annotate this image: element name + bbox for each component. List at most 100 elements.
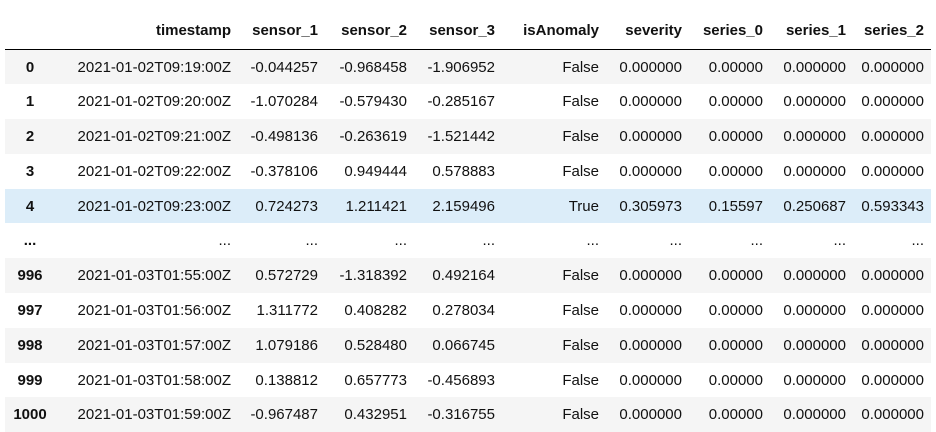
table-cell: False [562,127,599,145]
table-header: timestamp sensor_1 sensor_2 sensor_3 isA… [5,13,931,50]
table-cell: ... [669,232,682,250]
column-header-severity: severity [606,13,689,50]
table-cell: 2021-01-02T09:23:00Z [77,197,231,215]
table-cell: 2021-01-03T01:59:00Z [77,406,231,424]
table-row: 1000 2021-01-03T01:59:00Z -0.967487 0.43295… [5,397,931,432]
table-cell: 0.00000 [708,162,763,180]
table-cell: 0.000000 [861,406,924,424]
table-cell: 0.066745 [432,336,495,354]
table-cell: False [562,58,599,76]
table-cell: -0.498136 [250,127,318,145]
table-row: 997 2021-01-03T01:56:00Z 1.311772 0.408282 0… [5,293,931,328]
table-cell: ... [394,232,407,250]
table-cell: 1.211421 [345,197,407,215]
table-cell: 0.000000 [619,93,682,111]
row-index: 4 [25,197,35,215]
table-cell: 2021-01-02T09:20:00Z [77,93,231,111]
table-cell: 0.00000 [708,58,763,76]
table-cell: False [562,301,599,319]
table-cell: 0.949444 [344,162,407,180]
table-cell: 0.000000 [861,267,924,285]
header-row: timestamp sensor_1 sensor_2 sensor_3 isA… [5,13,931,50]
table-cell: 0.00000 [708,406,763,424]
table-row: 3 2021-01-02T09:22:00Z -0.378106 0.949444 0.… [5,153,931,189]
table-cell: -0.316755 [427,406,495,424]
table-cell: -0.263619 [339,127,407,145]
table-cell: 0.657773 [344,371,407,389]
table-row: .............................. [5,223,931,259]
column-header-series-0: series_0 [689,13,770,50]
table-row: 998 2021-01-03T01:57:00Z 1.079186 0.528480 0… [5,327,931,363]
dataframe-table: timestamp sensor_1 sensor_2 sensor_3 isA… [5,13,931,432]
column-header-is-anomaly: isAnomaly [502,13,606,50]
table-cell: 0.724273 [255,197,318,215]
table-cell: 0.00000 [708,371,763,389]
table-row: 2 2021-01-02T09:21:00Z -0.498136 -0.263619 -… [5,119,931,154]
table-cell: 2021-01-03T01:58:00Z [77,371,231,389]
column-header-series-2: series_2 [853,13,931,50]
table-cell: 0.00000 [708,127,763,145]
table-cell: 0.250687 [783,197,846,215]
table-cell: 0.408282 [344,301,407,319]
table-cell: False [562,371,599,389]
table-cell: 2021-01-03T01:55:00Z [77,267,231,285]
table-cell: 0.278034 [432,301,495,319]
table-cell: -1.070284 [250,93,318,111]
table-cell: 0.000000 [861,93,924,111]
table-cell: 0.000000 [619,127,682,145]
row-index: 996 [17,267,43,285]
table-cell: 2021-01-02T09:22:00Z [77,162,231,180]
table-cell: 0.000000 [619,162,682,180]
table-cell: False [562,336,599,354]
table-cell: -1.521442 [427,127,495,145]
table-cell: 0.578883 [432,162,495,180]
row-index: 998 [17,336,43,354]
row-index: 2 [25,127,35,145]
table-cell: 1.079186 [255,336,318,354]
table-cell: 0.00000 [708,93,763,111]
column-header-series-1: series_1 [770,13,853,50]
table-cell: 0.492164 [432,267,495,285]
table-cell: 1.311772 [256,301,318,319]
table-cell: 0.572729 [255,267,318,285]
table-row: 996 2021-01-03T01:55:00Z 0.572729 -1.318392… [5,258,931,294]
row-index: 1 [25,93,35,111]
table-cell: 0.15597 [708,197,763,215]
table-cell: 0.000000 [861,58,924,76]
table-row: 0 2021-01-02T09:19:00Z -0.044257 -0.968458 -… [5,49,931,85]
table-cell: 2021-01-02T09:21:00Z [77,127,231,145]
table-row: 1 2021-01-02T09:20:00Z -1.070284 -0.579430 -… [5,84,931,120]
table-cell: 0.593343 [861,197,924,215]
table-cell: 2021-01-02T09:19:00Z [77,58,231,76]
row-index: 999 [17,371,43,389]
table-cell: 0.138812 [255,371,318,389]
table-cell: ... [833,232,846,250]
index-header [5,13,55,50]
table-cell: -0.579430 [339,93,407,111]
table-cell: 2021-01-03T01:57:00Z [77,336,231,354]
table-cell: -0.968458 [339,58,407,76]
column-header-timestamp: timestamp [55,13,238,50]
table-cell: 0.000000 [783,406,846,424]
table-cell: 0.00000 [708,336,763,354]
table-body: 0 2021-01-02T09:19:00Z -0.044257 -0.968458 -… [5,49,931,432]
table-cell: 2.159496 [432,197,495,215]
table-cell: False [562,93,599,111]
table-cell: -0.967487 [250,406,318,424]
row-index: 1000 [13,406,47,424]
table-cell: ... [911,232,924,250]
row-index: 0 [25,58,35,76]
table-cell: ... [218,232,231,250]
table-cell: 0.000000 [783,267,846,285]
table-cell: 0.000000 [861,301,924,319]
table-cell: 0.000000 [861,162,924,180]
column-header-sensor-1: sensor_1 [238,13,325,50]
table-cell: -0.285167 [427,93,495,111]
table-cell: ... [750,232,763,250]
table-cell: 0.000000 [861,336,924,354]
table-cell: -1.906952 [427,58,495,76]
table-cell: False [562,406,599,424]
table-cell: 0.000000 [619,267,682,285]
table-cell: 0.432951 [344,406,407,424]
table-cell: 0.000000 [783,162,846,180]
